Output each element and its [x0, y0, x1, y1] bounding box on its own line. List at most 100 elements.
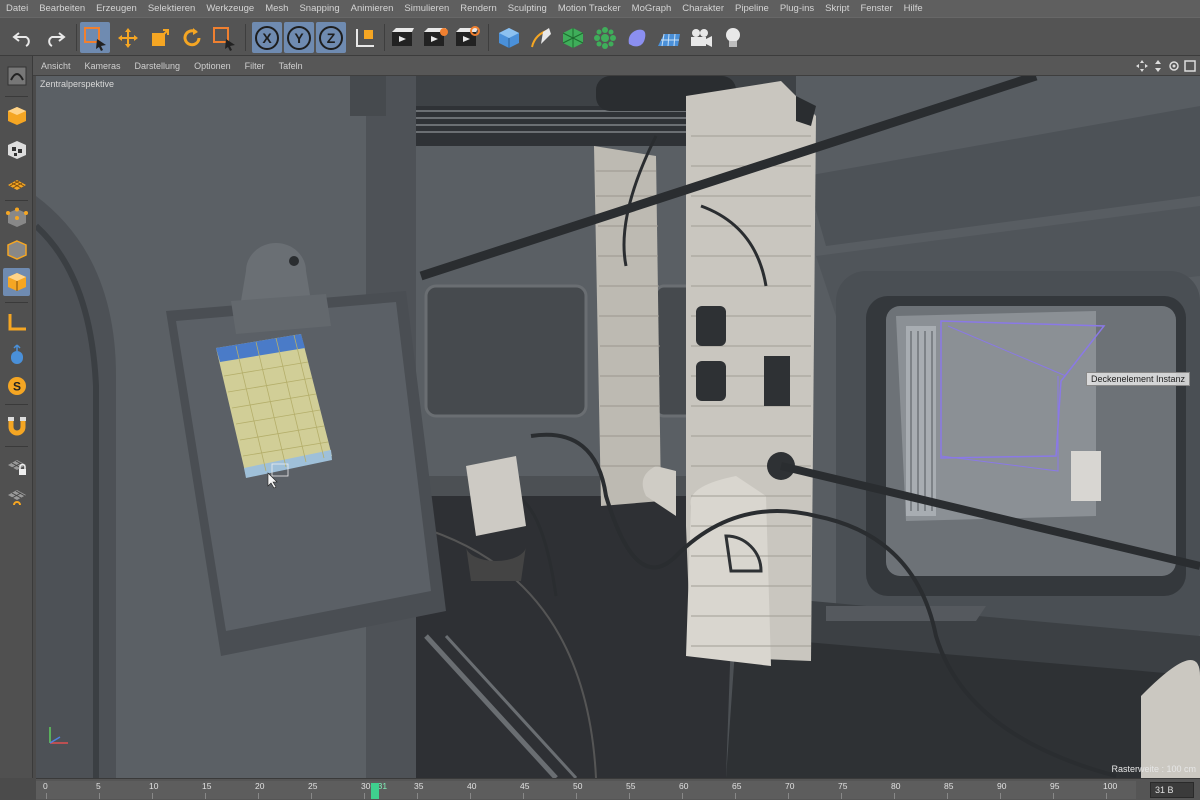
make-editable-icon[interactable]: [3, 62, 30, 90]
timeline-tick-label: 50: [573, 781, 583, 791]
timeline-tick-mark: [735, 793, 736, 799]
timeline-tick-mark: [258, 793, 259, 799]
x-axis-lock[interactable]: X: [252, 22, 282, 53]
coordinate-system-icon[interactable]: [350, 22, 380, 53]
zoom-view-icon[interactable]: [1152, 59, 1164, 72]
viewport-menu-ansicht[interactable]: Ansicht: [41, 61, 71, 71]
timeline-tick-mark: [523, 793, 524, 799]
timeline-tick-mark: [364, 793, 365, 799]
timeline-tick-label: 75: [838, 781, 848, 791]
snapping-icon[interactable]: [3, 412, 30, 440]
recent-tool-icon[interactable]: [209, 22, 239, 53]
viewport-menu-kameras[interactable]: Kameras: [85, 61, 121, 71]
3d-viewport[interactable]: Zentralperspektive Deckenelement Instanz…: [36, 76, 1200, 778]
menu-hilfe[interactable]: Hilfe: [904, 3, 923, 14]
live-selection-icon[interactable]: [80, 22, 110, 53]
timeline-tick-label: 0: [43, 781, 48, 791]
menu-simulieren[interactable]: Simulieren: [404, 3, 449, 14]
pen-spline-icon[interactable]: [526, 22, 556, 53]
subdivision-icon[interactable]: [558, 22, 588, 53]
planar-workplane-icon[interactable]: [3, 484, 30, 512]
menu-mesh[interactable]: Mesh: [265, 3, 288, 14]
svg-text:S: S: [12, 380, 20, 394]
timeline-tick-label: 20: [255, 781, 265, 791]
viewport-menu-darstellung[interactable]: Darstellung: [135, 61, 181, 71]
z-axis-lock[interactable]: Z: [316, 22, 346, 53]
timeline-tick-mark: [470, 793, 471, 799]
timeline-tick-mark: [841, 793, 842, 799]
menu-plug-ins[interactable]: Plug-ins: [780, 3, 814, 14]
menu-pipeline[interactable]: Pipeline: [735, 3, 769, 14]
model-mode-icon[interactable]: [3, 102, 30, 130]
tweak-mode-icon[interactable]: [3, 340, 30, 368]
timeline-tick-label: 90: [997, 781, 1007, 791]
cube-icon[interactable]: [494, 22, 524, 53]
redo-icon[interactable]: [40, 22, 70, 53]
timeline-tick-mark: [629, 793, 630, 799]
timeline-tick-label: 5: [96, 781, 101, 791]
mode-palette: S: [0, 56, 33, 778]
axis-gizmo-icon: [46, 723, 72, 754]
menu-snapping[interactable]: Snapping: [299, 3, 339, 14]
menu-bearbeiten[interactable]: Bearbeiten: [39, 3, 85, 14]
timeline-tick-mark: [682, 793, 683, 799]
menu-animieren[interactable]: Animieren: [351, 3, 394, 14]
current-frame-field[interactable]: 31 B: [1150, 782, 1194, 798]
timeline-tick-mark: [311, 793, 312, 799]
menu-mograph[interactable]: MoGraph: [632, 3, 672, 14]
viewport-menu-filter[interactable]: Filter: [245, 61, 265, 71]
timeline-tick-label: 35: [414, 781, 424, 791]
timeline-tick-label: 30: [361, 781, 371, 791]
timeline-tick-label: 55: [626, 781, 636, 791]
move-view-icon[interactable]: [1136, 59, 1148, 72]
timeline-tick-label: 25: [308, 781, 318, 791]
timeline-tick-mark: [788, 793, 789, 799]
floor-icon[interactable]: [654, 22, 684, 53]
y-axis-lock[interactable]: Y: [284, 22, 314, 53]
polygons-mode-icon[interactable]: [3, 268, 30, 296]
menu-sculpting[interactable]: Sculpting: [508, 3, 547, 14]
timeline-tick-label: 40: [467, 781, 477, 791]
render-settings-icon[interactable]: [452, 22, 482, 53]
lock-workplane-icon[interactable]: [3, 452, 30, 480]
menu-erzeugen[interactable]: Erzeugen: [96, 3, 137, 14]
render-picture-viewer-icon[interactable]: [420, 22, 450, 53]
svg-text:X: X: [262, 30, 272, 46]
menu-charakter[interactable]: Charakter: [682, 3, 724, 14]
menu-datei[interactable]: Datei: [6, 3, 28, 14]
deformer-icon[interactable]: [622, 22, 652, 53]
texture-mode-icon[interactable]: [3, 136, 30, 164]
workplane-mode-icon[interactable]: [3, 168, 30, 196]
viewport-menu-tafeln[interactable]: Tafeln: [279, 61, 303, 71]
rotate-icon[interactable]: [177, 22, 207, 53]
render-view-icon[interactable]: [388, 22, 418, 53]
timeline-ruler[interactable]: 0 5 10 15 20 25 30 31 35 40 45 50 55 60 65 70 75 80 85 90 95…: [36, 781, 1136, 799]
timeline-playhead[interactable]: [370, 783, 379, 799]
menu-skript[interactable]: Skript: [825, 3, 849, 14]
timeline-tick-mark: [1106, 793, 1107, 799]
scene-render[interactable]: [36, 76, 1200, 778]
menu-rendern[interactable]: Rendern: [460, 3, 496, 14]
rotate-view-icon[interactable]: [1168, 59, 1180, 71]
timeline-tick-label: 85: [944, 781, 954, 791]
timeline-tick-label: 60: [679, 781, 689, 791]
solo-mode-icon[interactable]: S: [3, 372, 30, 400]
menu-werkzeuge[interactable]: Werkzeuge: [206, 3, 254, 14]
camera-icon[interactable]: [686, 22, 716, 53]
points-mode-icon[interactable]: [3, 204, 30, 232]
menu-motion-tracker[interactable]: Motion Tracker: [558, 3, 621, 14]
timeline-tick-label: 95: [1050, 781, 1060, 791]
undo-icon[interactable]: [8, 22, 38, 53]
scale-icon[interactable]: [145, 22, 175, 53]
maximize-view-icon[interactable]: [1184, 59, 1196, 72]
timeline-tick-label: 70: [785, 781, 795, 791]
light-icon[interactable]: [718, 22, 748, 53]
cloner-icon[interactable]: [590, 22, 620, 53]
menu-fenster[interactable]: Fenster: [860, 3, 892, 14]
timeline[interactable]: 0 5 10 15 20 25 30 31 35 40 45 50 55 60 65 70 75 80 85 90 95…: [36, 778, 1200, 800]
menu-selektieren[interactable]: Selektieren: [148, 3, 196, 14]
move-icon[interactable]: [113, 22, 143, 53]
edges-mode-icon[interactable]: [3, 236, 30, 264]
viewport-menu-optionen[interactable]: Optionen: [194, 61, 231, 71]
axis-mode-icon[interactable]: [3, 308, 30, 336]
